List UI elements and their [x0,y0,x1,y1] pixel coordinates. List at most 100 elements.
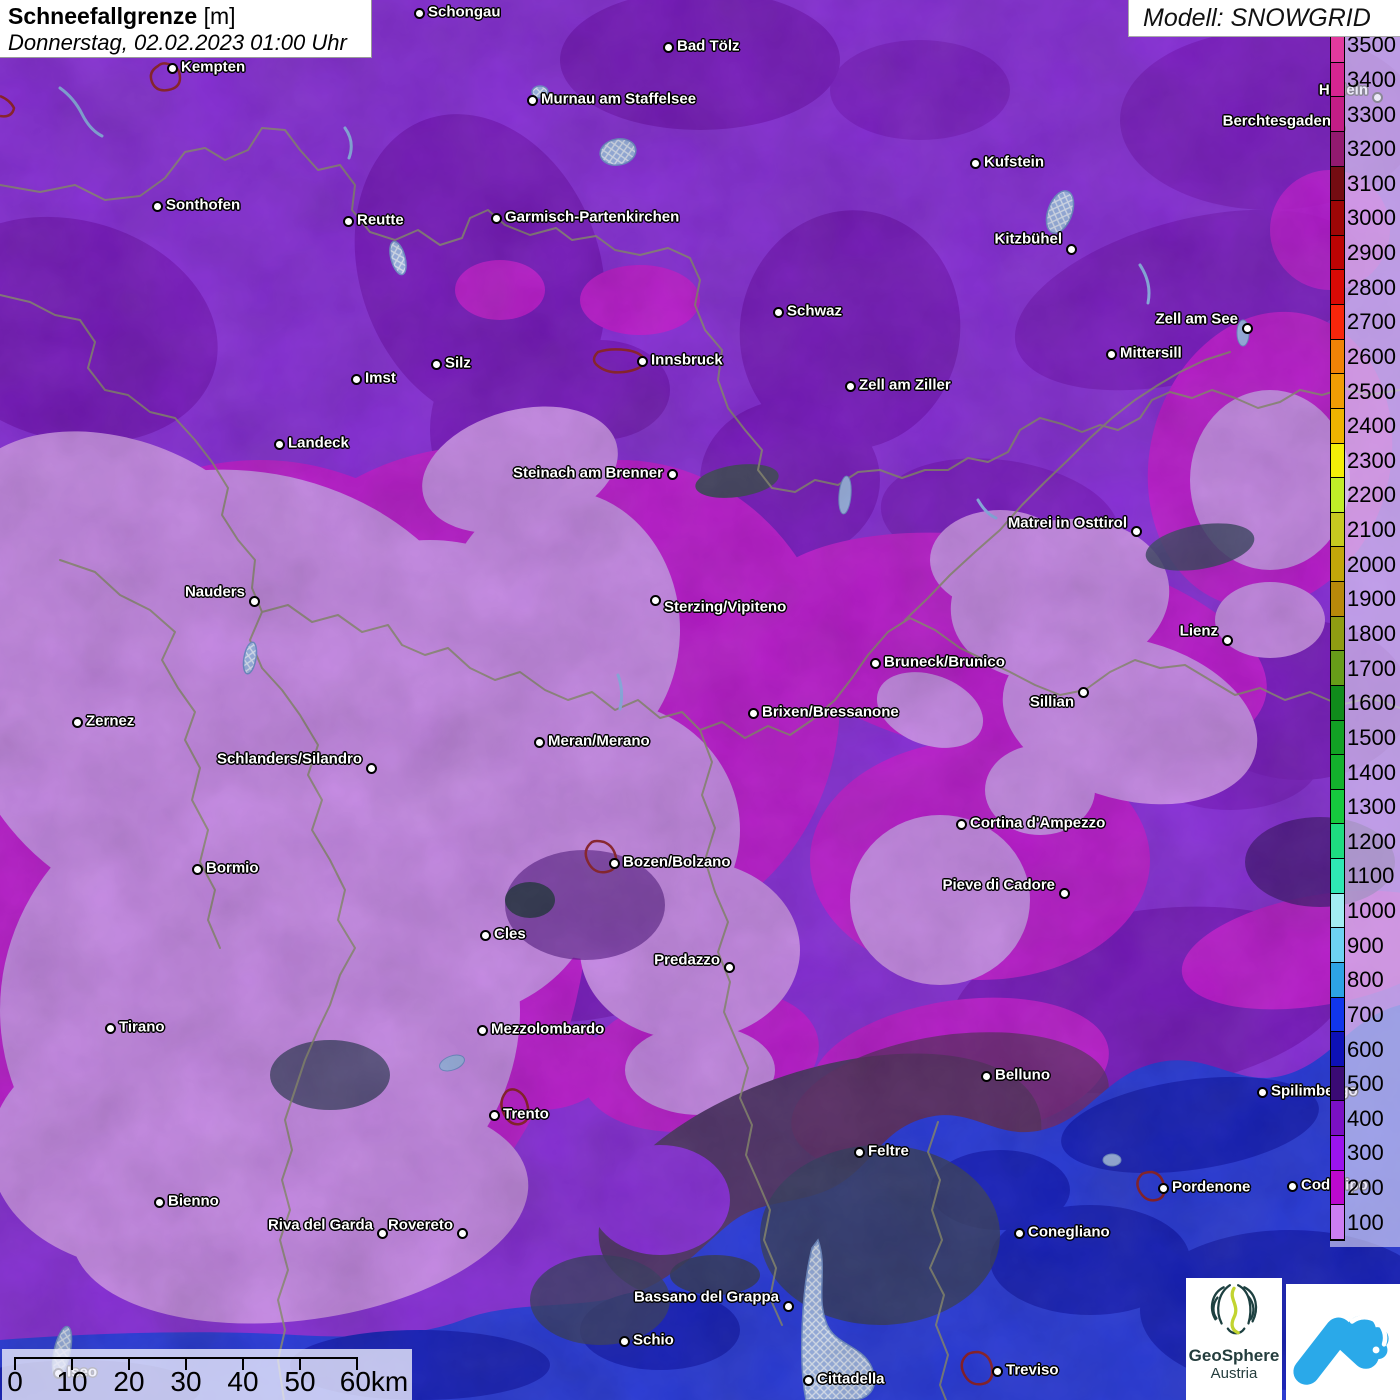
city-label: Steinach am Brenner [513,465,663,482]
city-label: Cortina d'Ampezzo [970,815,1105,832]
colorbar-segment [1331,374,1344,409]
colorbar-segment [1331,859,1344,894]
city-dot [650,595,661,606]
city-dot [489,1110,500,1121]
geosphere-country: Austria [1186,1365,1282,1382]
city-dot [105,1023,116,1034]
colorbar-segment [1331,409,1344,444]
colorbar-tick-label: 2600 [1347,344,1396,370]
city-dot [1158,1183,1169,1194]
colorbar-segment [1331,686,1344,721]
city-label: Riva del Garda [268,1217,373,1234]
colorbar-tick-label: 1200 [1347,829,1396,855]
scale-bar-label: 10 [56,1366,87,1398]
colorbar-tick-label: 1800 [1347,621,1396,647]
city-dot [1287,1181,1298,1192]
page-title: Schneefallgrenze [m] [8,3,363,30]
city-label: Pieve di Cadore [942,877,1055,894]
scale-bar-label: 60km [340,1366,408,1398]
colorbar-tick-label: 3100 [1347,171,1396,197]
colorbar-tick-label: 500 [1347,1071,1384,1097]
colorbar-segment [1331,513,1344,548]
colorbar-tick-label: 1400 [1347,760,1396,786]
colorbar-tick-label: 3000 [1347,205,1396,231]
city-dot [414,8,425,19]
scale-bar-label: 30 [170,1366,201,1398]
city-label: Kitzbühel [995,231,1063,248]
colorbar-segment [1331,1171,1344,1206]
city-label: Bad Tölz [677,38,740,55]
city-label: Silz [445,355,471,372]
city-label: Cles [494,926,526,943]
colorbar-tick-label: 800 [1347,967,1384,993]
city-dot [534,737,545,748]
mountain-cloud-logo [1286,1284,1400,1400]
colorbar-segment [1331,721,1344,756]
city-label: Schwaz [787,303,842,320]
colorbar-segment [1331,651,1344,686]
colorbar-segment [1331,132,1344,167]
colorbar-tick-label: 700 [1347,1002,1384,1028]
colorbar-tick-label: 1700 [1347,656,1396,682]
city-dot [1059,888,1070,899]
scale-bar-label: 50 [284,1366,315,1398]
city-dot [854,1147,865,1158]
city-dot [477,1025,488,1036]
colorbar-tick-label: 2500 [1347,379,1396,405]
city-label: Bozen/Bolzano [623,854,731,871]
colorbar-tick-label: 2800 [1347,275,1396,301]
city-dot [192,864,203,875]
cities-layer: SchongauBad TölzKemptenHalleinMurnau am … [0,0,1400,1400]
city-label: Bruneck/Brunico [884,654,1005,671]
colorbar-segment [1331,236,1344,271]
city-dot [970,158,981,169]
colorbar: 3500340033003200310030002900280027002600… [1330,27,1400,1247]
city-dot [343,216,354,227]
city-label: Sonthofen [166,197,240,214]
colorbar-tick-label: 3200 [1347,136,1396,162]
colorbar-tick-label: 2100 [1347,517,1396,543]
timestamp: Donnerstag, 02.02.2023 01:00 Uhr [8,30,363,55]
city-label: Innsbruck [651,352,723,369]
colorbar-segment [1331,928,1344,963]
colorbar-segment [1331,1205,1344,1240]
city-dot [1242,323,1253,334]
geosphere-name: GeoSphere [1186,1347,1282,1365]
city-dot [154,1197,165,1208]
city-label: Zernez [86,713,134,730]
colorbar-segment [1331,167,1344,202]
colorbar-tick-label: 600 [1347,1037,1384,1063]
city-dot [249,596,260,607]
city-label: Predazzo [654,952,720,969]
colorbar-segment [1331,894,1344,929]
scale-bar-label: 40 [227,1366,258,1398]
colorbar-tick-label: 300 [1347,1140,1384,1166]
city-dot [845,381,856,392]
city-dot [152,201,163,212]
city-label: Mezzolombardo [491,1021,604,1038]
colorbar-segment [1331,1101,1344,1136]
city-label: Mittersill [1120,345,1182,362]
city-label: Bassano del Grappa [634,1289,779,1306]
colorbar-segment [1331,340,1344,375]
title-box: Schneefallgrenze [m] Donnerstag, 02.02.2… [0,0,372,58]
colorbar-tick-label: 1600 [1347,690,1396,716]
mountain-cloud-icon [1286,1284,1400,1400]
city-label: Meran/Merano [548,733,650,750]
colorbar-tick-label: 2400 [1347,413,1396,439]
city-dot [619,1336,630,1347]
city-label: Matrei in Osttirol [1008,515,1127,532]
city-label: Reutte [357,212,404,229]
city-dot [1014,1228,1025,1239]
title-text: Schneefallgrenze [8,3,197,29]
colorbar-segment [1331,305,1344,340]
colorbar-tick-label: 2300 [1347,448,1396,474]
city-label: Schlanders/Silandro [217,751,362,768]
city-label: Kempten [181,59,245,76]
city-label: Lienz [1180,623,1218,640]
colorbar-segment [1331,270,1344,305]
city-label: Berchtesgaden [1223,113,1331,130]
city-dot [72,717,83,728]
model-label: Modell: SNOWGRID [1128,0,1400,37]
city-dot [351,374,362,385]
